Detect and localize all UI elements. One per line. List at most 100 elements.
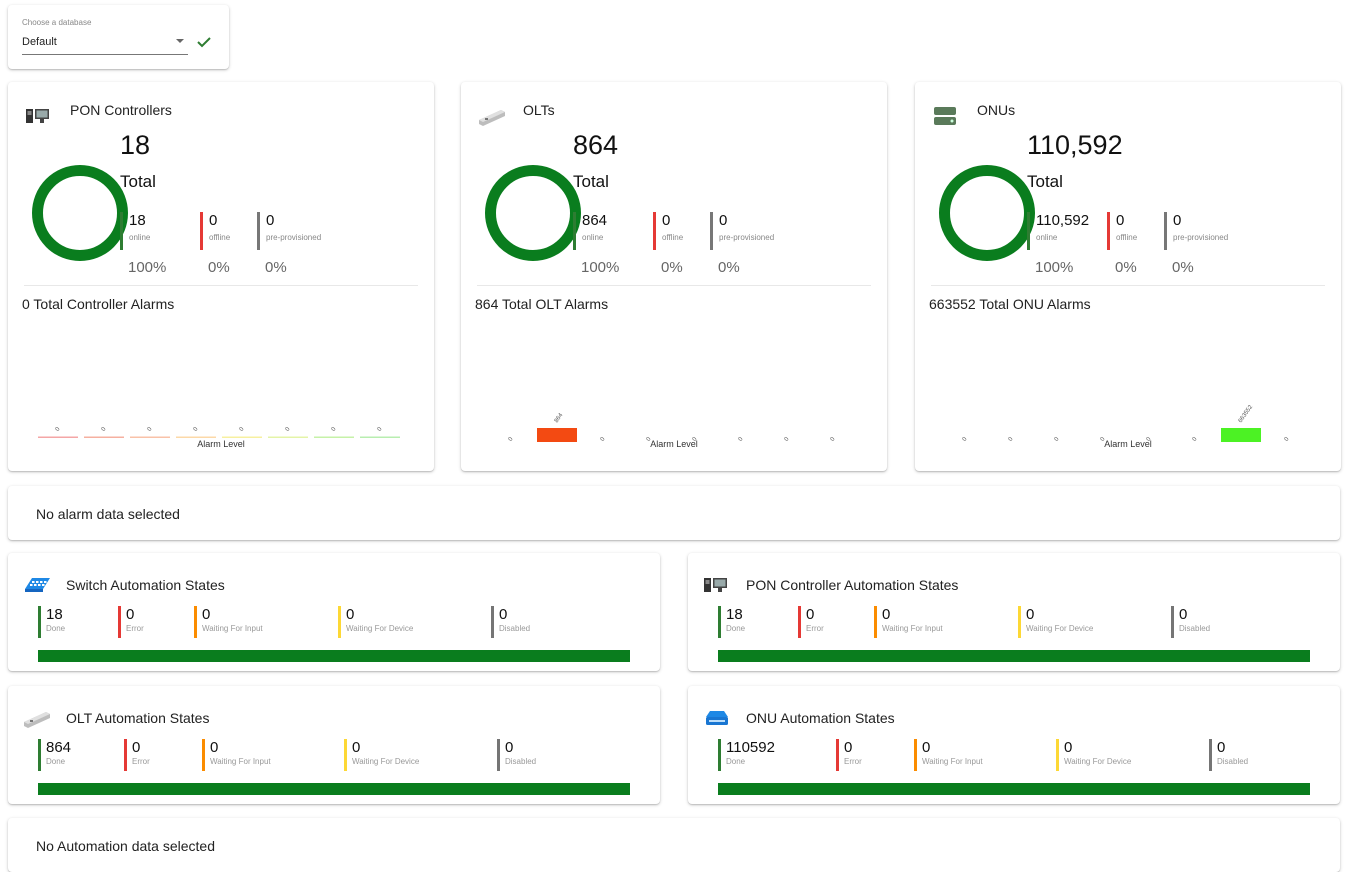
device-status-value: 0 bbox=[209, 212, 218, 229]
automation-state-value: 0 bbox=[352, 739, 361, 756]
device-status-label: pre-provisioned bbox=[1173, 233, 1229, 242]
pon-controller-icon bbox=[704, 578, 727, 592]
automation-state-label: Done bbox=[726, 624, 746, 633]
database-select-value: Default bbox=[22, 36, 57, 48]
device-title: PON Controllers bbox=[70, 102, 172, 118]
device-status-value: 110,592 bbox=[1036, 212, 1090, 229]
alarm-bar-value: 0 bbox=[55, 426, 62, 433]
automation-state-stat[interactable]: 110592 Done bbox=[718, 739, 775, 771]
device-status-donut bbox=[32, 165, 128, 261]
device-status-value: 0 bbox=[1116, 212, 1125, 229]
alarm-bar-value: 0 bbox=[239, 426, 246, 433]
device-status-donut bbox=[485, 165, 581, 261]
automation-state-label: Waiting For Input bbox=[210, 757, 271, 766]
automation-state-stat[interactable]: 0 Disabled bbox=[497, 739, 536, 771]
automation-state-stat[interactable]: 0 Waiting For Device bbox=[344, 739, 419, 771]
device-status-stat: 864 online bbox=[573, 212, 607, 250]
automation-state-stat[interactable]: 0 Disabled bbox=[491, 606, 530, 638]
device-status-percent: 100% bbox=[581, 259, 620, 276]
device-status-value: 0 bbox=[662, 212, 671, 229]
alarm-bar-notice[interactable] bbox=[268, 436, 308, 439]
automation-state-value: 0 bbox=[126, 606, 135, 623]
automation-state-value: 0 bbox=[132, 739, 141, 756]
device-title: OLTs bbox=[523, 102, 555, 118]
alarm-detail-card: No alarm data selected bbox=[8, 486, 1340, 540]
automation-state-label: Disabled bbox=[1217, 757, 1249, 766]
automation-state-label: Error bbox=[806, 624, 824, 633]
automation-detail-message: No Automation data selected bbox=[36, 838, 216, 854]
alarm-bar-value: 0 bbox=[147, 426, 154, 433]
device-status-label: pre-provisioned bbox=[719, 233, 775, 242]
device-status-stat: 110,592 online bbox=[1027, 212, 1089, 250]
automation-state-stat[interactable]: 18 Done bbox=[718, 606, 745, 638]
device-status-label: online bbox=[1036, 233, 1058, 242]
alarm-bar-info[interactable] bbox=[314, 436, 354, 439]
alarm-bar-emergency[interactable] bbox=[38, 436, 78, 439]
device-status-stat: 0 offline bbox=[200, 212, 230, 250]
automation-state-stat[interactable]: 0 Waiting For Device bbox=[1018, 606, 1093, 638]
alarm-level-chart: 0Emergency0Alert0Critical0Error0Warning0… bbox=[962, 404, 1291, 442]
device-status-donut bbox=[939, 165, 1035, 261]
database-select[interactable]: Default bbox=[22, 32, 188, 55]
olt-automation-card[interactable]: OLT Automation States 864 Done 0 Error 0 Waiti… bbox=[8, 686, 660, 804]
olt-icon bbox=[24, 712, 50, 728]
pon-controllers-card: PON Controllers 18 Total 18 online 100% 0 offli… bbox=[8, 82, 434, 471]
device-total-count: 110,592 bbox=[1027, 130, 1123, 160]
automation-state-stat[interactable]: 0 Waiting For Input bbox=[874, 606, 943, 638]
automation-state-stat[interactable]: 0 Waiting For Input bbox=[202, 739, 271, 771]
automation-state-stat[interactable]: 0 Error bbox=[118, 606, 144, 638]
automation-state-stat[interactable]: 0 Error bbox=[124, 739, 150, 771]
automation-progress-bar[interactable] bbox=[718, 783, 1310, 795]
olt-icon bbox=[479, 110, 505, 126]
alarm-bar-value: 864 bbox=[554, 412, 565, 424]
alarm-bar-warning[interactable] bbox=[222, 436, 262, 439]
automation-state-stat[interactable]: 0 Waiting For Input bbox=[194, 606, 263, 638]
automation-state-label: Done bbox=[46, 624, 66, 633]
automation-state-stat[interactable]: 0 Disabled bbox=[1209, 739, 1248, 771]
confirm-check-icon[interactable] bbox=[196, 35, 212, 49]
automation-state-stat[interactable]: 0 Error bbox=[836, 739, 862, 771]
device-status-percent: 0% bbox=[1172, 259, 1194, 276]
automation-state-stat[interactable]: 0 Error bbox=[798, 606, 824, 638]
device-status-percent: 0% bbox=[208, 259, 230, 276]
device-total-count: 18 bbox=[120, 130, 151, 160]
alarm-bar-debug[interactable] bbox=[360, 436, 400, 439]
alarm-bar-alert[interactable] bbox=[84, 436, 124, 439]
device-total-label: Total bbox=[120, 172, 156, 191]
onu-automation-card[interactable]: ONU Automation States 110592 Done 0 Error 0 Wa… bbox=[688, 686, 1340, 804]
automation-state-stat[interactable]: 0 Waiting For Device bbox=[1056, 739, 1131, 771]
automation-progress-bar[interactable] bbox=[718, 650, 1310, 662]
automation-state-label: Waiting For Device bbox=[346, 624, 414, 633]
device-status-label: online bbox=[129, 233, 151, 242]
automation-state-stat[interactable]: 18 Done bbox=[38, 606, 65, 638]
device-status-percent: 0% bbox=[718, 259, 740, 276]
automation-state-value: 0 bbox=[1026, 606, 1035, 623]
onu-icon bbox=[934, 107, 956, 125]
automation-state-label: Waiting For Input bbox=[922, 757, 983, 766]
alarm-detail-message: No alarm data selected bbox=[36, 506, 180, 522]
switch-automation-card[interactable]: Switch Automation States 18 Done 0 Error 0 Wai… bbox=[8, 553, 660, 671]
automation-state-stat[interactable]: 864 Done bbox=[38, 739, 71, 771]
device-total-label: Total bbox=[573, 172, 609, 191]
alarm-bar-error[interactable] bbox=[176, 436, 216, 439]
dropdown-arrow-icon[interactable] bbox=[176, 39, 184, 43]
device-status-label: offline bbox=[1116, 233, 1138, 242]
pon-controller-automation-card[interactable]: PON Controller Automation States 18 Done 0 E… bbox=[688, 553, 1340, 671]
automation-progress-bar[interactable] bbox=[38, 783, 630, 795]
automation-state-stat[interactable]: 0 Disabled bbox=[1171, 606, 1210, 638]
divider bbox=[24, 285, 418, 286]
alarm-bar-value: 0 bbox=[377, 426, 384, 433]
automation-state-label: Waiting For Input bbox=[882, 624, 943, 633]
onus-card: ONUs 110,592 Total 110,592 online 100% 0 offlin… bbox=[915, 82, 1341, 471]
automation-progress-bar[interactable] bbox=[38, 650, 630, 662]
automation-state-label: Waiting For Device bbox=[1026, 624, 1094, 633]
automation-state-stat[interactable]: 0 Waiting For Device bbox=[338, 606, 413, 638]
automation-state-label: Error bbox=[132, 757, 150, 766]
automation-state-stat[interactable]: 0 Waiting For Input bbox=[914, 739, 983, 771]
device-status-value: 0 bbox=[719, 212, 728, 229]
device-status-value: 18 bbox=[129, 212, 146, 229]
automation-state-label: Disabled bbox=[499, 624, 531, 633]
automation-state-label: Waiting For Input bbox=[202, 624, 263, 633]
alarm-bar-critical[interactable] bbox=[130, 436, 170, 439]
automation-state-value: 864 bbox=[46, 739, 72, 756]
